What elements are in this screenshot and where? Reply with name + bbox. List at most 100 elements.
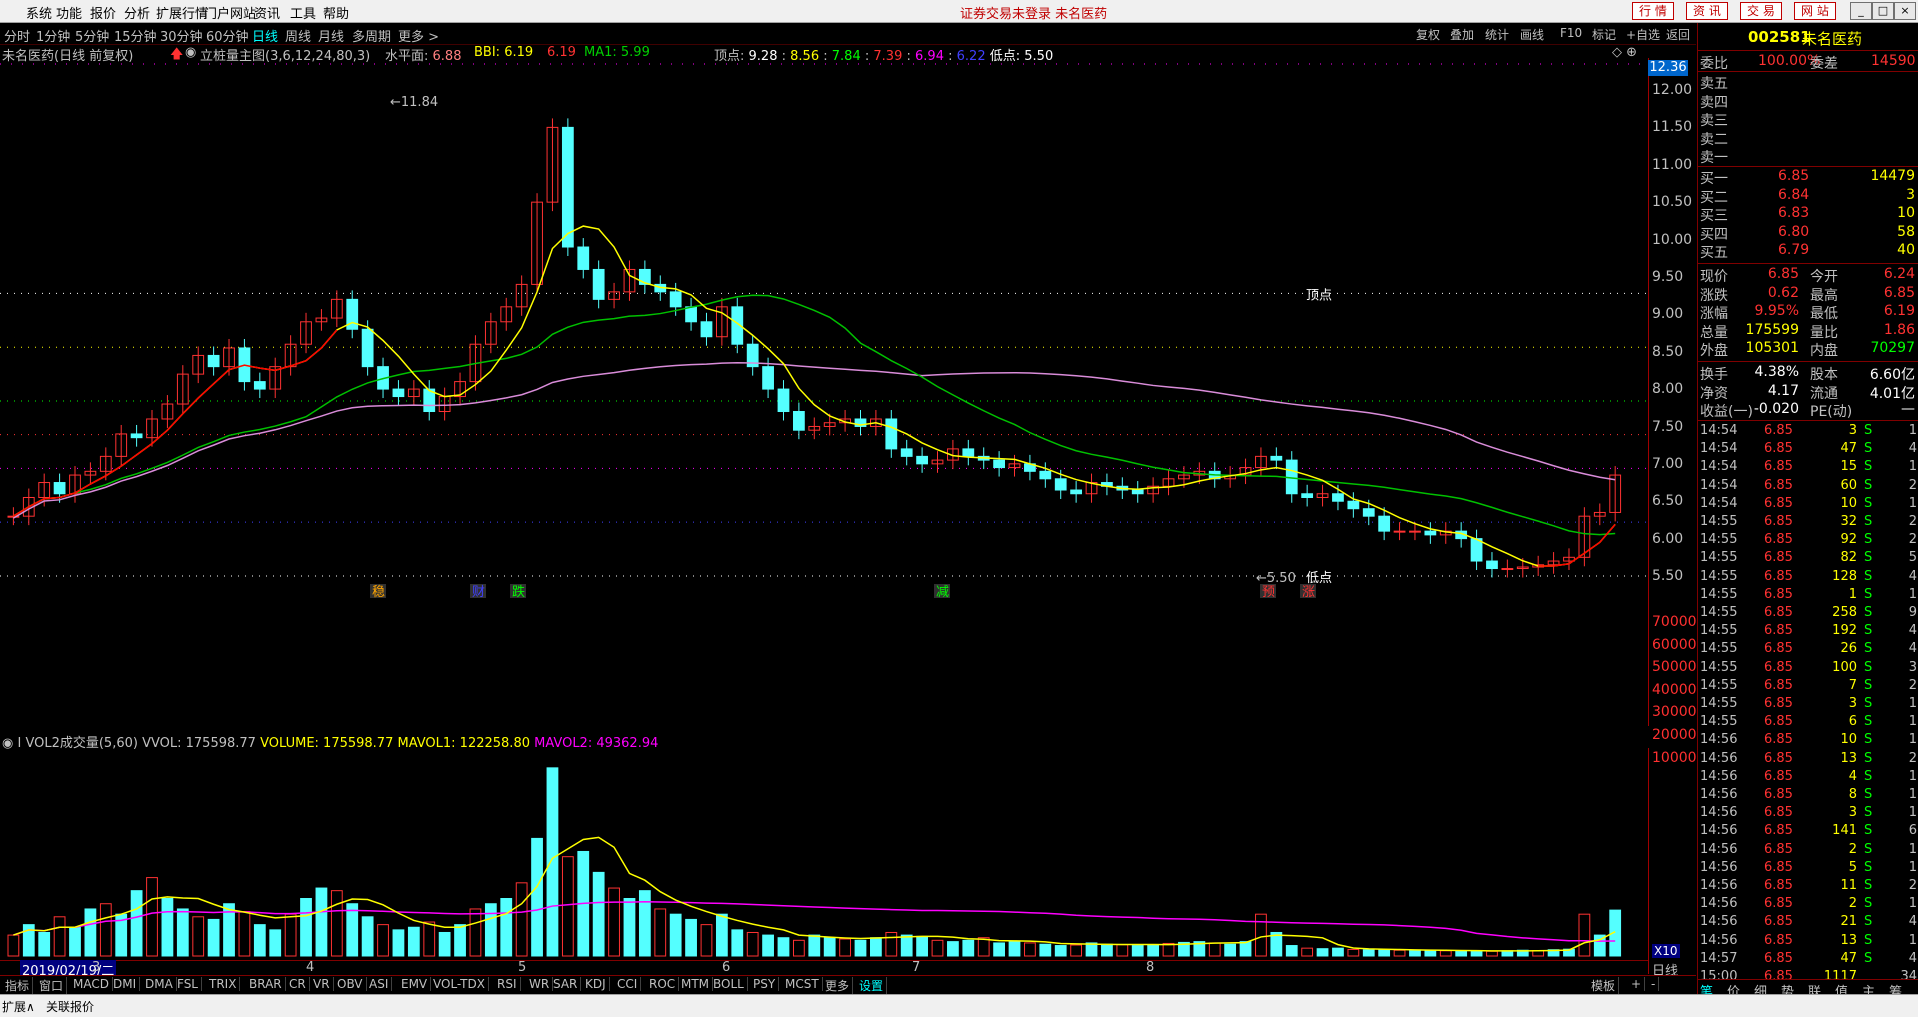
buy-level-row[interactable]: 买三 6.83 10 [1698, 205, 1918, 224]
menu-analysis[interactable]: 分析 [124, 3, 150, 22]
indicator-tab[interactable]: MTM [678, 977, 714, 991]
period-1min[interactable]: 1分钟 [36, 26, 70, 45]
stats-button[interactable]: 统计 [1485, 26, 1509, 43]
indicator-tab[interactable]: DMA [142, 977, 177, 991]
tick-price: 6.85 [1764, 532, 1793, 548]
period-15min[interactable]: 15分钟 [114, 26, 157, 45]
volume-bar [377, 924, 389, 957]
tab-right-item[interactable]: + [1628, 977, 1646, 991]
tab-right-item[interactable]: - [1648, 977, 1660, 991]
menu-ext-market[interactable]: 扩展行情 [156, 3, 208, 22]
sell-level-row[interactable]: 卖一 [1698, 147, 1918, 166]
tick-volume: 47 [1840, 441, 1857, 457]
indicator-tab[interactable]: DMI [110, 977, 141, 991]
close-button[interactable]: × [1894, 2, 1916, 20]
period-30min[interactable]: 30分钟 [160, 26, 203, 45]
back-button[interactable]: 返回 [1666, 26, 1690, 43]
period-daily[interactable]: 日线 [252, 26, 278, 45]
period-monthly[interactable]: 月线 [318, 26, 344, 45]
volume-bar [253, 924, 266, 957]
indicator-tab[interactable]: CCI [614, 977, 642, 991]
indicator-tab[interactable]: RSI [494, 977, 521, 991]
indicator-tab[interactable]: SAR [550, 977, 582, 991]
menu-quote[interactable]: 报价 [90, 3, 116, 22]
indicator-tab[interactable]: KDJ [582, 977, 610, 991]
indicator-tab[interactable]: OBV [334, 977, 367, 991]
buy-level-price: 6.83 [1778, 205, 1810, 221]
menu-portal[interactable]: 门户网站 [204, 3, 256, 22]
month-label: 3 [92, 960, 101, 975]
candlestick-chart[interactable]: ←11.84 ←5.50 顶点低点稳 财 跌 减 预 涨 [0, 58, 1650, 726]
period-60min[interactable]: 60分钟 [206, 26, 249, 45]
linked-quote-button[interactable]: 关联报价 [46, 998, 94, 1015]
fuquan-button[interactable]: 复权 [1416, 26, 1440, 43]
maximize-button[interactable]: □ [1872, 2, 1894, 20]
volume-bar [1301, 947, 1314, 957]
sell-level-row[interactable]: 卖三 [1698, 110, 1918, 129]
tab-news-button[interactable]: 资 讯 [1686, 2, 1728, 20]
overlay-button[interactable]: 叠加 [1450, 26, 1474, 43]
indicator-tab[interactable]: ROC [646, 977, 680, 991]
add-watchlist-button[interactable]: +自选 [1626, 26, 1660, 43]
indicator-tab[interactable]: FSL [174, 977, 202, 991]
period-more[interactable]: 更多 > [398, 26, 439, 45]
indicator-tab[interactable]: VOL-TDX [430, 977, 489, 991]
indicator-tab[interactable]: 指标 [2, 977, 34, 994]
menu-tools[interactable]: 工具 [290, 3, 316, 22]
volume-bar [977, 937, 990, 957]
indicator-tab[interactable]: BOLL [710, 977, 748, 991]
sell-level-row[interactable]: 卖五 [1698, 73, 1918, 92]
tick-row: 14:55 6.85 26 S 4 [1698, 641, 1918, 659]
indicator-tab[interactable]: BRAR [246, 977, 286, 991]
tab-site-button[interactable]: 网 站 [1794, 2, 1836, 20]
indicator-tab[interactable]: MACD [70, 977, 113, 991]
menu-help[interactable]: 帮助 [323, 3, 349, 22]
period-timeshare[interactable]: 分时 [4, 26, 30, 45]
tab-trade-button[interactable]: 交 易 [1740, 2, 1782, 20]
tick-count: 1 [1908, 768, 1917, 784]
tick-time: 14:55 [1700, 514, 1738, 529]
indicator-tab[interactable]: CR [286, 977, 310, 991]
indicator-tab[interactable]: ASI [366, 977, 393, 991]
indicator-tab[interactable]: EMV [398, 977, 432, 991]
indicator-tab[interactable]: 更多 [822, 977, 854, 994]
indicator-tab[interactable]: PSY [750, 977, 780, 991]
buy-level-row[interactable]: 买二 6.84 3 [1698, 187, 1918, 206]
draw-button[interactable]: 画线 [1520, 26, 1544, 43]
expand-button[interactable]: 扩展∧ [2, 998, 35, 1015]
volume-bar [1378, 949, 1391, 957]
volume-chart[interactable] [0, 748, 1650, 958]
indicator-tab[interactable]: TRIX [206, 977, 241, 991]
sell-level-row[interactable]: 卖四 [1698, 92, 1918, 111]
indicator-tab[interactable]: MCST [782, 977, 823, 991]
ma20-line [13, 294, 1616, 536]
tick-volume: 8 [1848, 787, 1857, 802]
tick-time: 14:56 [1700, 841, 1738, 857]
quote-stat-row: 收益(一) -0.020 PE(动) — [1698, 401, 1918, 420]
indicator-tab[interactable]: 窗口 [36, 977, 68, 994]
tick-count: 1 [1908, 841, 1917, 857]
low-point-label: 低点 [1306, 571, 1332, 586]
indicator-tab[interactable]: 设置 [856, 977, 888, 994]
menu-system[interactable]: 系统 [26, 3, 52, 22]
period-weekly[interactable]: 周线 [285, 26, 311, 45]
low-marker: ←5.50 [1256, 571, 1296, 586]
sell-level-row[interactable]: 卖二 [1698, 129, 1918, 148]
buy-level-row[interactable]: 买一 6.85 14479 [1698, 168, 1918, 187]
volume-bar [762, 934, 774, 957]
tick-side: S [1864, 696, 1873, 711]
volume-bar [1316, 948, 1329, 957]
period-multi[interactable]: 多周期 [352, 26, 391, 45]
mark-button[interactable]: 标记 [1592, 26, 1616, 43]
minimize-button[interactable]: _ [1850, 2, 1872, 20]
indicator-tab[interactable]: VR [310, 977, 334, 991]
tab-market-button[interactable]: 行 情 [1632, 2, 1674, 20]
buy-level-row[interactable]: 买四 6.80 58 [1698, 224, 1918, 243]
period-5min[interactable]: 5分钟 [75, 26, 109, 45]
menu-function[interactable]: 功能 [56, 3, 82, 22]
tab-right-item[interactable]: 模板 [1588, 977, 1620, 994]
tick-volume: 26 [1840, 641, 1857, 657]
f10-button[interactable]: F10 [1560, 26, 1582, 40]
buy-level-row[interactable]: 买五 6.79 40 [1698, 242, 1918, 261]
menu-news[interactable]: 资讯 [254, 3, 280, 22]
